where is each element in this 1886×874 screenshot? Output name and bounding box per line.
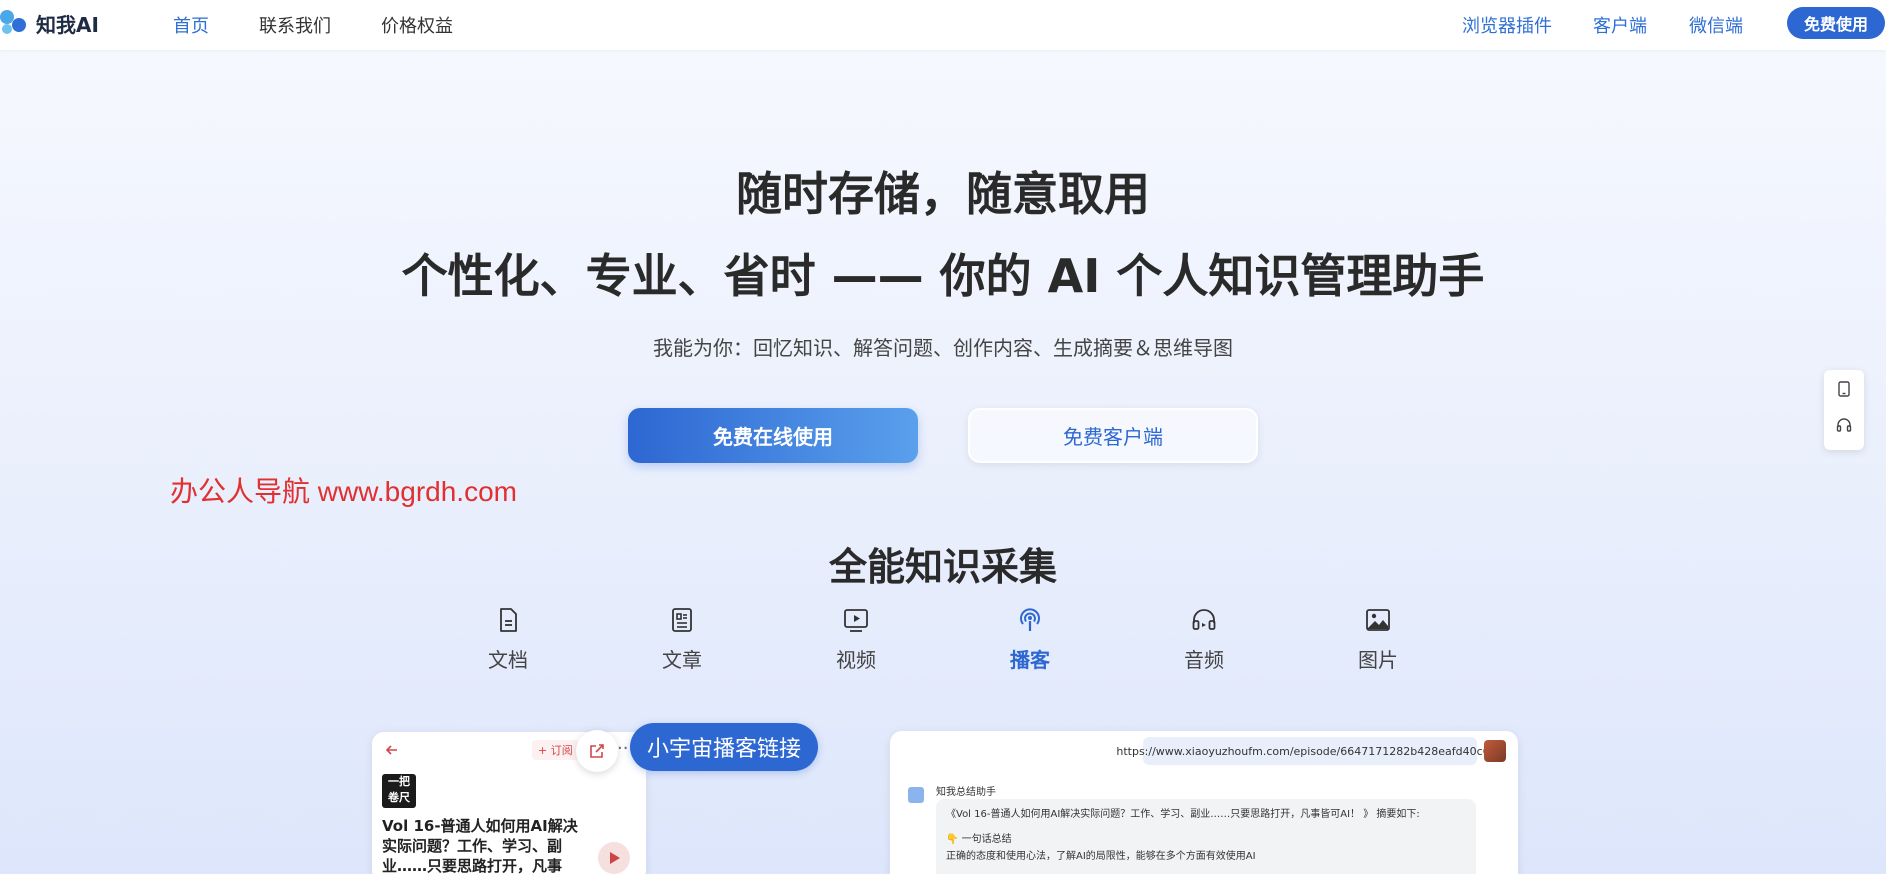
external-link-icon xyxy=(590,744,604,758)
nav-link-pricing[interactable]: 价格权益 xyxy=(381,12,453,38)
summary-line: 正确的态度和使用心法，了解AI的局限性，能够在多个方面有效使用AI xyxy=(946,851,1256,862)
section-title: 全能知识采集 xyxy=(828,545,1057,589)
podcast-icon xyxy=(1020,608,1040,631)
hero-subtitle: 我能为你：回忆知识、解答问题、创作内容、生成摘要＆思维导图 xyxy=(653,336,1233,360)
category-label: 播客 xyxy=(1010,648,1050,672)
subscribe-button[interactable]: + 订阅 xyxy=(532,740,579,760)
hero-title: 随时存储，随意取用 xyxy=(736,167,1150,221)
podcast-cover: 一把 卷尺 xyxy=(382,774,416,808)
headphones-icon xyxy=(1192,609,1216,630)
summary-line: 👇 一句话总结 xyxy=(946,834,1012,845)
side-widget xyxy=(1824,370,1864,450)
headset-icon[interactable] xyxy=(1835,416,1853,434)
article-icon xyxy=(672,608,692,632)
nav-link-home[interactable]: 首页 xyxy=(173,12,209,38)
document-icon xyxy=(500,608,517,632)
category-label: 音频 xyxy=(1184,648,1224,672)
nav-link-wechat[interactable]: 微信端 xyxy=(1689,12,1743,38)
logo-text: 知我AI xyxy=(36,12,99,37)
back-arrow-icon[interactable] xyxy=(384,742,400,758)
share-button[interactable] xyxy=(576,730,618,772)
top-nav: 知我AI 首页 联系我们 价格权益 浏览器插件 客户端 微信端 免费使用 xyxy=(0,0,1886,50)
category-label: 视频 xyxy=(836,648,876,672)
summary-line: 《Vol 16-普通人如何用AI解决实际问题？工作、学习、副业……只要思路打开，… xyxy=(946,809,1420,820)
episode-title: Vol 16-普通人如何用AI解决实际问题？工作、学习、副业……只要思路打开，凡… xyxy=(382,817,578,874)
avatar xyxy=(1484,740,1506,762)
url-message: https://www.xiaoyuzhoufm.com/episode/664… xyxy=(1116,737,1504,765)
nav-link-client[interactable]: 客户端 xyxy=(1593,12,1647,38)
tablet-icon[interactable] xyxy=(1835,380,1853,398)
summary-card: https://www.xiaoyuzhoufm.com/episode/664… xyxy=(890,731,1518,874)
category-label: 文章 xyxy=(662,648,702,672)
bot-icon xyxy=(908,787,924,803)
category-document[interactable]: 文档 xyxy=(463,606,553,673)
category-podcast[interactable]: 播客 xyxy=(985,606,1075,673)
hero-tagline: 个性化、专业、省时 —— 你的 AI 个人知识管理助手 xyxy=(401,249,1485,303)
play-button[interactable] xyxy=(598,842,630,874)
free-online-button[interactable]: 免费在线使用 xyxy=(628,408,918,463)
category-audio[interactable]: 音频 xyxy=(1159,606,1249,673)
logo[interactable]: 知我AI xyxy=(0,8,99,38)
category-video[interactable]: 视频 xyxy=(811,606,901,673)
nav-link-contact[interactable]: 联系我们 xyxy=(259,12,331,38)
category-image[interactable]: 图片 xyxy=(1333,606,1423,673)
category-label: 文档 xyxy=(488,648,528,672)
free-use-button[interactable]: 免费使用 xyxy=(1787,7,1885,39)
video-icon xyxy=(844,609,868,632)
nav-link-browser-plugin[interactable]: 浏览器插件 xyxy=(1462,12,1552,38)
category-article[interactable]: 文章 xyxy=(637,606,727,673)
free-client-button[interactable]: 免费客户端 xyxy=(968,408,1258,463)
podcast-link-badge: 小宇宙播客链接 xyxy=(630,723,818,771)
summary-reply: 《Vol 16-普通人如何用AI解决实际问题？工作、学习、副业……只要思路打开，… xyxy=(936,799,1476,874)
bot-name: 知我总结助手 xyxy=(936,787,996,798)
watermark-text: 办公人导航 www.bgrdh.com xyxy=(170,476,517,507)
play-icon xyxy=(610,852,620,864)
category-label: 图片 xyxy=(1358,648,1398,672)
image-icon xyxy=(1366,609,1390,631)
logo-icon xyxy=(0,8,30,38)
